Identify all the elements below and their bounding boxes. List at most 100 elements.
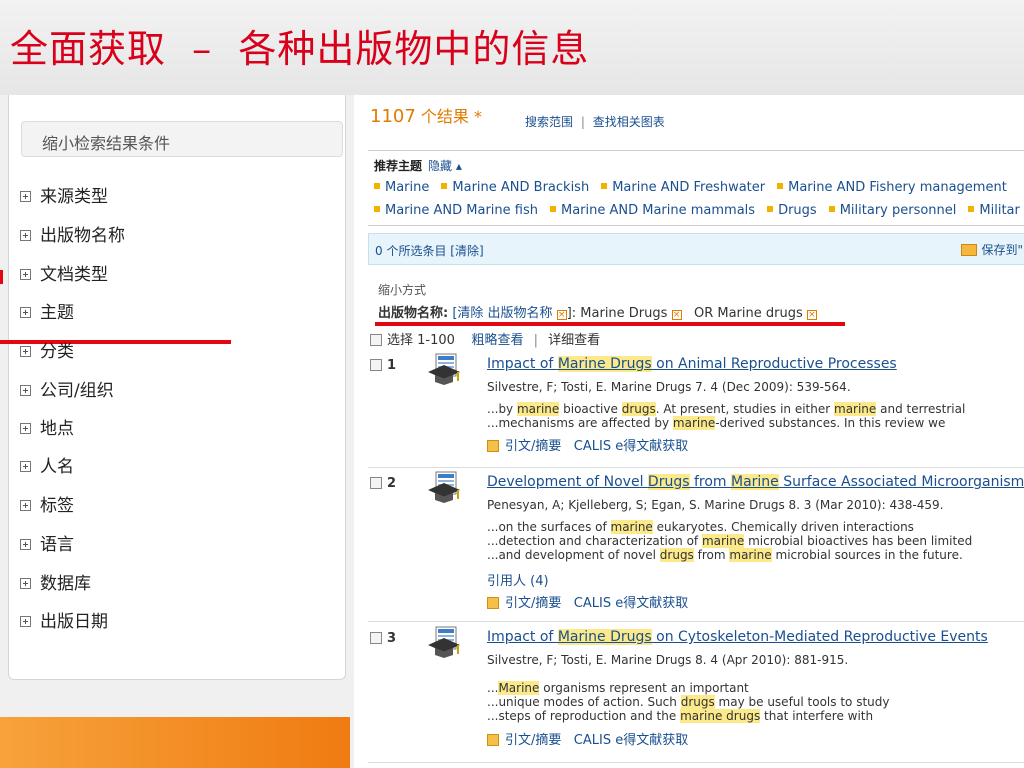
filter-item[interactable]: 公司/组织 (20, 376, 114, 401)
selection-bar: 0 个所选条目 [清除] 保存到" (368, 233, 1024, 265)
document-icon (487, 734, 499, 746)
expand-plus-icon (20, 616, 31, 627)
snippet-fragment: Marine (498, 681, 540, 695)
result-record: 1 Impact of Marine Drugs on Animal Reprod… (368, 350, 1024, 468)
abstract-link[interactable]: 引文/摘要 (505, 596, 561, 611)
filter-item[interactable]: 出版物名称 (20, 221, 125, 246)
snippet-fragment: and terrestrial (876, 402, 966, 416)
title-part: Impact of (487, 356, 558, 372)
brief-view-link[interactable]: 粗略查看 (471, 333, 523, 348)
document-icon (487, 440, 499, 452)
record-select[interactable]: 3 (370, 631, 396, 646)
title-part: Development of Novel (487, 474, 648, 490)
record-snippet: ...and development of novel drugs from m… (487, 548, 963, 562)
snippet-fragment: marine (672, 416, 716, 430)
snippet-fragment: ...detection and characterization of (487, 534, 702, 548)
title-part: Marine (731, 474, 779, 490)
expand-plus-icon (20, 385, 31, 396)
filter-item[interactable]: 来源类型 (20, 182, 108, 207)
topic-bullet-icon (374, 183, 380, 189)
separator: | (533, 333, 538, 348)
expand-plus-icon (20, 346, 31, 357)
record-snippet: ...by marine bioactive drugs. At present… (487, 402, 965, 416)
related-charts-link[interactable]: 查找相关图表 (593, 115, 665, 129)
topics-row: Marine AND Marine fish Marine AND Marine … (374, 203, 1024, 218)
topic-link[interactable]: Marine AND Brackish (452, 180, 589, 195)
filter-item[interactable]: 标签 (20, 491, 74, 516)
remove-icon[interactable]: × (671, 310, 682, 320)
select-all-checkbox[interactable] (370, 334, 382, 346)
record-title-link[interactable]: Development of Novel Drugs from Marine S… (487, 474, 1024, 490)
filter-item[interactable]: 文档类型 (20, 260, 108, 285)
topic-link[interactable]: Drugs (778, 203, 817, 218)
record-number: 2 (387, 476, 397, 491)
filter-item[interactable]: 分类 (20, 337, 74, 362)
snippet-fragment: ... (487, 681, 499, 695)
snippet-fragment: bioactive (559, 402, 622, 416)
snippet-fragment: eukaryotes. Chemically driven interactio… (652, 520, 914, 534)
topic-link[interactable]: Marine AND Freshwater (612, 180, 765, 195)
topic-link[interactable]: Marine AND Fishery management (788, 180, 1007, 195)
record-title-link[interactable]: Impact of Marine Drugs on Cytoskeleton-M… (487, 629, 988, 645)
calis-link[interactable]: CALIS e得文献获取 (574, 733, 688, 748)
remove-icon[interactable]: × (806, 310, 817, 320)
search-scope-link[interactable]: 搜索范围 (525, 115, 573, 129)
result-count: 1107 个结果 * (370, 103, 482, 127)
topic-link[interactable]: Militar (979, 203, 1019, 218)
snippet-fragment: marine (834, 402, 877, 416)
results-area: 1107 个结果 * 搜索范围 | 查找相关图表 推荐主题 隐藏 ▴ Marin… (368, 95, 1024, 768)
abstract-link[interactable]: 引文/摘要 (505, 733, 561, 748)
filter-item[interactable]: 出版日期 (20, 607, 108, 632)
filter-item[interactable]: 人名 (20, 452, 74, 477)
expand-plus-icon (20, 230, 31, 241)
topic-link[interactable]: Marine AND Marine mammals (561, 203, 755, 218)
remove-icon[interactable]: × (556, 310, 567, 320)
filter-item-label: 语言 (40, 535, 74, 555)
select-range: 选择 1-100 (387, 333, 455, 348)
cited-by-link[interactable]: 引用人 (4) (487, 570, 549, 589)
snippet-fragment: marine (729, 548, 772, 562)
filter-item-label: 地点 (40, 419, 74, 439)
record-links: 引文/摘要 CALIS e得文献获取 (487, 729, 688, 748)
detail-view-label[interactable]: 详细查看 (548, 333, 600, 348)
record-citation-meta: Penesyan, A; Kjelleberg, S; Egan, S. Mar… (487, 498, 944, 512)
filter-item[interactable]: 数据库 (20, 569, 91, 594)
snippet-fragment: ...by (487, 402, 517, 416)
topic-link[interactable]: Marine AND Marine fish (385, 203, 538, 218)
filter-item-label: 主题 (40, 303, 74, 323)
snippet-fragment: microbial sources in the future. (771, 548, 963, 562)
calis-link[interactable]: CALIS e得文献获取 (574, 439, 688, 454)
refine-label: 缩小方式 (378, 283, 427, 297)
filter-item[interactable]: 语言 (20, 530, 74, 555)
snippet-fragment: ...unique modes of action. Such (487, 695, 681, 709)
result-record: 2 Development of Novel Drugs from Marine … (368, 468, 1024, 622)
record-checkbox[interactable] (370, 632, 382, 644)
topic-link[interactable]: Marine (385, 180, 429, 195)
snippet-fragment: marine (701, 534, 745, 548)
record-checkbox[interactable] (370, 477, 382, 489)
topics-hide-link[interactable]: 隐藏 ▴ (428, 157, 462, 174)
decorative-orange-block (0, 717, 350, 768)
clear-publication-link[interactable]: [清除 出版物名称 (452, 306, 552, 321)
save-to-button[interactable]: 保存到" (961, 241, 1023, 258)
filter-item[interactable]: 地点 (20, 414, 74, 439)
slide-title-bar: 全面获取 – 各种出版物中的信息 (0, 0, 1024, 95)
record-select[interactable]: 1 (370, 358, 396, 373)
filter-item-label: 来源类型 (40, 187, 108, 207)
snippet-fragment: marine (610, 520, 653, 534)
record-title-link[interactable]: Impact of Marine Drugs on Animal Reprodu… (487, 356, 897, 372)
filter-item-label: 分类 (40, 342, 74, 362)
abstract-link[interactable]: 引文/摘要 (505, 439, 561, 454)
selected-items-text[interactable]: 0 个所选条目 [清除] (375, 242, 484, 259)
filter-item-label: 出版日期 (40, 612, 108, 632)
snippet-fragment: -derived substances. In this review we (715, 416, 946, 430)
topic-link[interactable]: Military personnel (840, 203, 957, 218)
filter-item[interactable]: 主题 (20, 298, 74, 323)
annotation-mark (0, 270, 3, 284)
result-record: 3 Impact of Marine Drugs on Cytoskeleton-… (368, 623, 1024, 763)
record-links: 引文/摘要 CALIS e得文献获取 (487, 592, 688, 611)
calis-link[interactable]: CALIS e得文献获取 (574, 596, 688, 611)
record-select[interactable]: 2 (370, 476, 396, 491)
document-icon (487, 597, 499, 609)
record-checkbox[interactable] (370, 359, 382, 371)
